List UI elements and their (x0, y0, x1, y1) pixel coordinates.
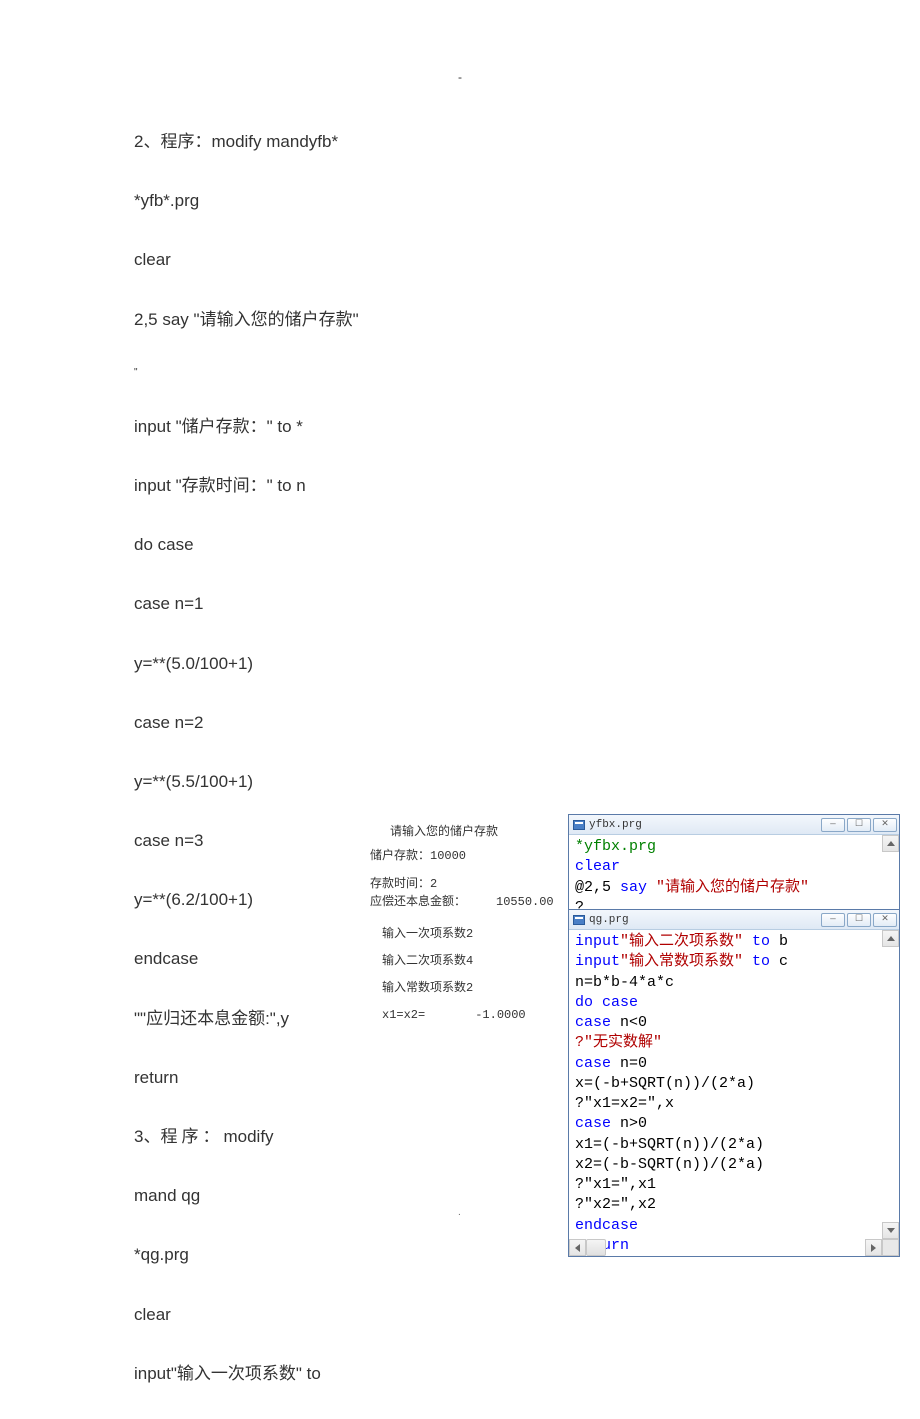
code-comment: *yfbx.prg (575, 838, 656, 855)
scrollbar-left-button[interactable] (569, 1239, 586, 1256)
page-bottom-marker: . (458, 1207, 461, 1218)
page-top-marker: - (458, 70, 462, 84)
doc-line-6: input "储户存款：" to * (134, 413, 434, 440)
code-keyword-docase: do case (575, 994, 638, 1011)
scrollbar-corner (882, 1239, 899, 1256)
program-output-qg: 输入一次项系数2 输入二次项系数4 输入常数项系数2 x1=x2= -1.0000 (382, 925, 526, 1033)
window-minimize-button[interactable]: — (821, 913, 845, 927)
window-file-icon (573, 915, 585, 925)
code-cond: n<0 (611, 1014, 647, 1031)
doc-line-21: clear (134, 1301, 434, 1328)
code-var: b (770, 933, 788, 950)
window-body: input"输入二次项系数" to b input"输入常数项系数" to c … (569, 930, 899, 1256)
window-file-icon (573, 820, 585, 830)
doc-line-7: input "存款时间：" to n (134, 472, 434, 499)
doc-line-18: 3、程序：modify (134, 1123, 344, 1150)
scrollbar-horizontal-thumb[interactable] (586, 1239, 606, 1256)
doc-line-11: case n=2 (134, 709, 434, 736)
out1-result-label: 应偿还本息金额： (370, 895, 466, 909)
out1-deposit: 储户存款：10000 (370, 847, 554, 865)
scrollbar-right-button[interactable] (865, 1239, 882, 1256)
doc-line-2: *yfb*.prg (134, 187, 434, 214)
out1-result-value: 10550.00 (496, 895, 554, 909)
doc-line-18-mid: 程序： (160, 1127, 223, 1146)
code-window-qg: qg.prg — ☐ ✕ input"输入二次项系数" to b input"输… (568, 909, 900, 1257)
window-maximize-button[interactable]: ☐ (847, 818, 871, 832)
doc-line-19: mand qg (134, 1182, 434, 1209)
code-keyword-say: say (620, 879, 647, 896)
code-cond: n=0 (611, 1055, 647, 1072)
out2-coef2: 输入二次项系数4 (382, 952, 526, 970)
doc-line-3: clear (134, 246, 434, 273)
window-title-text: yfbx.prg (589, 819, 642, 831)
out2-coef1: 输入一次项系数2 (382, 925, 526, 943)
out2-result-row: x1=x2= -1.0000 (382, 1006, 526, 1024)
code-keyword-case: case (575, 1014, 611, 1031)
code-keyword-endcase: endcase (575, 1217, 638, 1234)
code-var: c (770, 953, 788, 970)
out1-time-value: 2 (430, 877, 437, 891)
code-print-line: ?"x2=",x2 (575, 1196, 656, 1213)
code-at-coords: @2,5 (575, 879, 620, 896)
doc-line-5: " (134, 365, 434, 381)
scrollbar-down-button[interactable] (882, 1222, 899, 1239)
code-keyword-to: to (752, 933, 770, 950)
code-cond: n>0 (611, 1115, 647, 1132)
out1-result-row: 应偿还本息金额： 10550.00 (370, 893, 554, 911)
code-keyword-to: to (752, 953, 770, 970)
code-string: "请输入您的储户存款" (647, 879, 809, 896)
code-print-line: ?"x1=",x1 (575, 1176, 656, 1193)
program-output-yfbx: 请输入您的储户存款 储户存款：10000 存款时间：2 应偿还本息金额： 1055… (370, 823, 554, 911)
doc-line-18-end: modify (223, 1127, 273, 1146)
document-body: 2、程序：modify mandyfb* *yfb*.prg clear 2,5… (134, 128, 434, 1419)
code-keyword-case: case (575, 1055, 611, 1072)
code-keyword-clear: clear (575, 858, 620, 875)
doc-line-1: 2、程序：modify mandyfb* (134, 128, 434, 155)
out2-coef3: 输入常数项系数2 (382, 979, 526, 997)
code-expr: x1=(-b+SQRT(n))/(2*a) (575, 1136, 764, 1153)
window-maximize-button[interactable]: ☐ (847, 913, 871, 927)
doc-line-22: input"输入一次项系数" to (134, 1360, 434, 1387)
window-titlebar[interactable]: qg.prg — ☐ ✕ (569, 910, 899, 930)
window-title-text: qg.prg (589, 914, 629, 926)
code-string: "输入二次项系数" (620, 933, 752, 950)
doc-line-10: y=**(5.0/100+1) (134, 650, 434, 677)
out1-time-label: 存款时间： (370, 877, 430, 891)
code-expr: x2=(-b-SQRT(n))/(2*a) (575, 1156, 764, 1173)
code-string: "输入常数项系数" (620, 953, 752, 970)
code-expr: n=b*b-4*a*c (575, 974, 674, 991)
doc-line-9: case n=1 (134, 590, 434, 617)
doc-line-17: return (134, 1064, 434, 1091)
window-close-button[interactable]: ✕ (873, 818, 897, 832)
out2-result-value: -1.0000 (475, 1008, 525, 1022)
doc-line-12: y=**(5.5/100+1) (134, 768, 434, 795)
doc-line-20: *qg.prg (134, 1241, 434, 1268)
out1-time-row: 存款时间：2 (370, 875, 554, 893)
code-print-line: ?"x1=x2=",x (575, 1095, 674, 1112)
code-keyword-input: input (575, 933, 620, 950)
window-titlebar[interactable]: yfbx.prg — ☐ ✕ (569, 815, 899, 835)
window-minimize-button[interactable]: — (821, 818, 845, 832)
scrollbar-up-button[interactable] (882, 930, 899, 947)
code-string-line: ?"无实数解" (575, 1034, 662, 1051)
code-keyword-case: case (575, 1115, 611, 1132)
doc-line-18-pre: 3、 (134, 1127, 160, 1146)
doc-line-4: 2,5 say "请输入您的储户存款" (134, 306, 434, 333)
out1-prompt: 请输入您的储户存款 (370, 823, 554, 841)
code-keyword-input: input (575, 953, 620, 970)
code-expr: x=(-b+SQRT(n))/(2*a) (575, 1075, 755, 1092)
scrollbar-up-button[interactable] (882, 835, 899, 852)
out2-result-label: x1=x2= (382, 1008, 425, 1022)
doc-line-8: do case (134, 531, 434, 558)
code-content[interactable]: input"输入二次项系数" to b input"输入常数项系数" to c … (569, 930, 899, 1256)
window-close-button[interactable]: ✕ (873, 913, 897, 927)
